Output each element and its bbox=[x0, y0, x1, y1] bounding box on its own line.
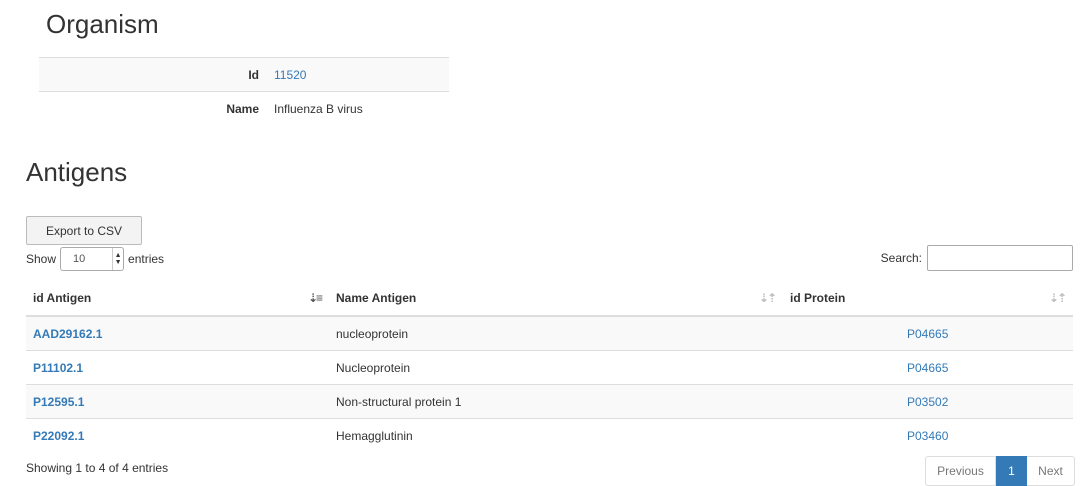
table-row: P12595.1 Non-structural protein 1 P03502 bbox=[26, 384, 1073, 419]
antigens-table: id Antigen ⇣≡ Name Antigen ⇣⇡ id Protein… bbox=[26, 281, 1073, 452]
table-info: Showing 1 to 4 of 4 entries bbox=[26, 461, 169, 475]
column-header-label: id Protein bbox=[790, 291, 846, 305]
column-header-id-antigen[interactable]: id Antigen ⇣≡ bbox=[26, 281, 329, 317]
spinner-arrows-icon: ▲ ▼ bbox=[112, 248, 123, 270]
protein-id-cell: P04665 bbox=[783, 316, 1073, 351]
antigen-name-cell: Hemagglutinin bbox=[329, 418, 783, 452]
organism-id-label: Id bbox=[39, 57, 274, 92]
antigen-id-cell: P22092.1 bbox=[26, 418, 329, 452]
column-header-label: Name Antigen bbox=[336, 291, 417, 305]
organism-id-link[interactable]: 11520 bbox=[274, 68, 306, 82]
entries-label: entries bbox=[128, 252, 165, 266]
antigen-name-cell: Nucleoprotein bbox=[329, 350, 783, 385]
column-header-label: id Antigen bbox=[33, 291, 92, 305]
table-row: AAD29162.1 nucleoprotein P04665 bbox=[26, 316, 1073, 351]
organism-name-value: Influenza B virus bbox=[274, 91, 449, 125]
organism-heading: Organism bbox=[46, 9, 159, 39]
antigen-id-link[interactable]: P12595.1 bbox=[33, 395, 84, 409]
sort-amount-down-icon: ⇣≡ bbox=[307, 291, 323, 305]
column-header-name-antigen[interactable]: Name Antigen ⇣⇡ bbox=[329, 281, 783, 317]
antigens-heading: Antigens bbox=[26, 157, 128, 187]
page-1-button[interactable]: 1 bbox=[996, 456, 1027, 486]
antigen-id-link[interactable]: P11102.1 bbox=[33, 361, 83, 375]
protein-id-cell: P03460 bbox=[783, 418, 1073, 452]
previous-page-button[interactable]: Previous bbox=[925, 456, 996, 486]
antigen-id-cell: P12595.1 bbox=[26, 384, 329, 419]
protein-id-link[interactable]: P03460 bbox=[907, 429, 948, 443]
antigen-id-cell: AAD29162.1 bbox=[26, 316, 329, 351]
page-length-value: 10 bbox=[73, 253, 86, 265]
page-length-select[interactable]: 10 ▲ ▼ bbox=[60, 247, 125, 271]
protein-id-link[interactable]: P03502 bbox=[907, 395, 948, 409]
table-header-row: id Antigen ⇣≡ Name Antigen ⇣⇡ id Protein… bbox=[26, 281, 1073, 317]
organism-id-cell: 11520 bbox=[274, 57, 449, 92]
next-page-button[interactable]: Next bbox=[1027, 456, 1075, 486]
organism-row-name: Name Influenza B virus bbox=[39, 91, 449, 125]
antigen-name-cell: nucleoprotein bbox=[329, 316, 783, 351]
antigen-id-cell: P11102.1 bbox=[26, 350, 329, 385]
export-csv-button[interactable]: Export to CSV bbox=[26, 216, 142, 245]
sort-both-icon: ⇣⇡ bbox=[758, 291, 777, 305]
table-search: Search: bbox=[881, 245, 1073, 271]
organism-row-id: Id 11520 bbox=[39, 57, 449, 92]
page-length-control: Show 10 ▲ ▼ entries bbox=[26, 246, 164, 272]
table-row: P22092.1 Hemagglutinin P03460 bbox=[26, 418, 1073, 452]
antigen-id-link[interactable]: AAD29162.1 bbox=[33, 327, 102, 341]
protein-id-link[interactable]: P04665 bbox=[907, 327, 948, 341]
antigen-id-link[interactable]: P22092.1 bbox=[33, 429, 84, 443]
organism-table: Id 11520 Name Influenza B virus bbox=[39, 57, 449, 125]
organism-name-label: Name bbox=[39, 91, 274, 125]
search-input[interactable] bbox=[927, 245, 1073, 271]
column-header-id-protein[interactable]: id Protein ⇣⇡ bbox=[783, 281, 1073, 317]
table-row: P11102.1 Nucleoprotein P04665 bbox=[26, 350, 1073, 385]
protein-id-link[interactable]: P04665 bbox=[907, 361, 948, 375]
search-label: Search: bbox=[880, 251, 922, 265]
pagination: Previous 1 Next bbox=[925, 456, 1075, 486]
sort-both-icon: ⇣⇡ bbox=[1048, 291, 1067, 305]
show-label: Show bbox=[26, 252, 57, 266]
protein-id-cell: P04665 bbox=[783, 350, 1073, 385]
antigen-name-cell: Non-structural protein 1 bbox=[329, 384, 783, 419]
protein-id-cell: P03502 bbox=[783, 384, 1073, 419]
